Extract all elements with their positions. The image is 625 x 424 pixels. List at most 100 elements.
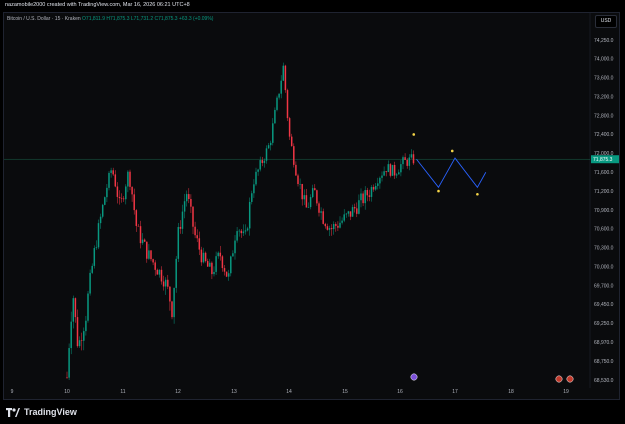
candle-body <box>356 208 358 214</box>
y-tick-label: 71,600.0 <box>594 170 614 176</box>
candle-body <box>332 224 335 230</box>
candle-body <box>188 194 190 200</box>
candle-body <box>206 261 209 267</box>
candle-body <box>179 226 182 229</box>
candle-body <box>209 262 211 267</box>
candle-body <box>183 201 186 212</box>
candle-body <box>217 252 219 257</box>
candle-body <box>169 286 171 302</box>
y-tick-label: 68,970.0 <box>594 340 614 346</box>
candle-body <box>127 171 129 187</box>
candle-body <box>383 171 385 176</box>
candle-body <box>282 65 285 81</box>
candle-body <box>225 271 228 277</box>
candle-body <box>150 250 152 260</box>
candle-body <box>316 190 318 204</box>
candle-body <box>185 194 188 202</box>
tradingview-logo[interactable]: TradingView <box>6 406 77 418</box>
x-tick-label: 9 <box>11 389 14 395</box>
wave-marker <box>437 189 440 193</box>
candle-body <box>385 171 387 173</box>
candle-body <box>108 172 110 188</box>
candle-body <box>389 164 392 176</box>
candle-body <box>198 238 201 250</box>
candle-body <box>120 198 123 199</box>
candle-body <box>253 184 255 194</box>
candle-body <box>400 164 402 173</box>
footer-bar <box>0 400 625 424</box>
candle-body <box>213 271 215 275</box>
candle-body <box>244 230 247 232</box>
candle-body <box>112 170 114 175</box>
candle-body <box>301 183 303 200</box>
candle-body <box>259 160 261 170</box>
candle-body <box>284 65 287 91</box>
x-tick-label: 15 <box>342 389 348 395</box>
candle-body <box>219 252 222 257</box>
y-tick-label: 74,250.0 <box>594 38 614 44</box>
y-tick-label: 69,250.0 <box>594 321 614 327</box>
x-tick-label: 11 <box>120 389 125 395</box>
candle-body <box>227 273 230 277</box>
y-tick-label: 72,800.0 <box>594 113 614 119</box>
candle-body <box>374 185 377 190</box>
candle-body <box>131 186 133 195</box>
y-tick-label: 68,750.0 <box>594 359 614 365</box>
candle-body <box>194 226 196 236</box>
y-tick-label: 71,200.0 <box>594 189 614 195</box>
candle-body <box>408 157 411 166</box>
candle-body <box>295 164 297 176</box>
candle-body <box>276 97 278 110</box>
candle-body <box>152 259 154 263</box>
candle-body <box>328 228 331 230</box>
x-tick-label: 16 <box>397 389 403 395</box>
candle-body <box>110 170 112 173</box>
candle-body <box>362 193 364 204</box>
candle-body <box>410 154 413 158</box>
candle-body <box>347 211 350 214</box>
candle-body <box>345 213 348 215</box>
candle-body <box>133 194 135 211</box>
candle-body <box>137 225 140 227</box>
candle-body <box>248 201 251 229</box>
candle-body <box>223 268 226 272</box>
candle-body <box>87 293 89 321</box>
candle-body <box>177 226 180 259</box>
candle-body <box>139 226 142 244</box>
x-tick-label: 10 <box>64 389 70 395</box>
candle-body <box>257 169 259 172</box>
candle-body <box>240 230 243 234</box>
candle-body <box>80 340 83 341</box>
candle-body <box>246 228 249 231</box>
candle-body <box>368 195 371 197</box>
candle-body <box>148 250 150 259</box>
economic-event-icon <box>566 375 574 383</box>
candle-body <box>351 207 354 217</box>
candle-body <box>146 241 148 259</box>
price-chart[interactable]: 74,250.0 74,000.0 73,600.0 73,200.0 72,800.0… <box>0 0 625 400</box>
x-tick-label: 14 <box>286 389 292 395</box>
candle-body <box>143 239 146 242</box>
wave-marker <box>450 149 454 153</box>
candle-body <box>141 239 144 244</box>
candle-body <box>335 224 337 226</box>
candle-body <box>278 93 280 98</box>
candle-body <box>391 164 394 176</box>
projection-path <box>416 157 487 189</box>
last-price-label: 71,875.3 <box>593 157 613 163</box>
candle-body <box>358 200 360 214</box>
candle-body <box>381 175 383 178</box>
candle-body <box>91 265 93 273</box>
economic-event-icon-dot <box>566 375 574 383</box>
candle-body <box>343 214 345 221</box>
candle-body <box>70 321 72 349</box>
candle-body <box>99 216 102 224</box>
candle-body <box>68 348 70 378</box>
candle-body <box>190 199 192 207</box>
candle-body <box>330 228 333 230</box>
candle-body <box>196 235 198 239</box>
candle-body <box>412 154 415 164</box>
candle-body <box>72 298 75 322</box>
candle-body <box>290 136 293 147</box>
candle-body <box>387 164 390 173</box>
